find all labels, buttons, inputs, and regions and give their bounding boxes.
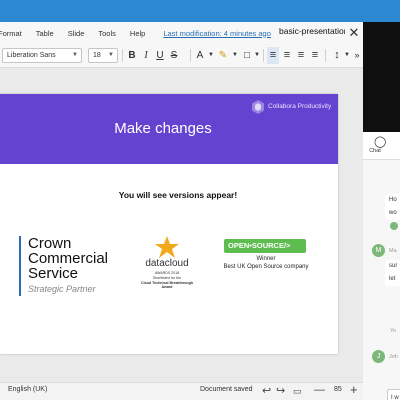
avatar bbox=[390, 222, 398, 230]
toolbar-separator bbox=[325, 49, 326, 62]
office-window: Format Table Slide Tools Help Last modif… bbox=[0, 22, 363, 400]
toolbar-separator bbox=[263, 49, 264, 62]
tab-chat[interactable]: ◯ Chat bbox=[363, 132, 400, 160]
redo-icon[interactable]: ↪ bbox=[276, 384, 285, 397]
chevron-down-icon[interactable]: ▼ bbox=[231, 47, 239, 64]
chat-timestamp: Yo bbox=[390, 328, 397, 334]
menu-format[interactable]: Format bbox=[0, 29, 22, 38]
menu-slide[interactable]: Slide bbox=[68, 29, 85, 38]
last-modification-link[interactable]: Last modification: 4 minutes ago bbox=[163, 29, 271, 38]
chat-message-line: Ho bbox=[389, 197, 397, 203]
highlight-color-icon[interactable]: ✎ bbox=[216, 47, 230, 64]
font-name-value: Liberation Sans bbox=[7, 52, 56, 59]
chat-tab-label: Chat bbox=[369, 148, 381, 154]
chat-sender-name: Joh bbox=[389, 354, 398, 360]
font-size-value: 18 bbox=[93, 52, 101, 59]
datacloud-shortlisted: Shortlisted for the bbox=[152, 276, 182, 280]
datacloud-award-logo: datacloud AWARDS 2018 Shortlisted for th… bbox=[136, 236, 198, 298]
more-options-icon[interactable]: » bbox=[352, 47, 362, 64]
chat-message-line: wo bbox=[389, 210, 397, 216]
zoom-out-button[interactable]: — bbox=[314, 384, 325, 396]
zoom-level[interactable]: 85 bbox=[334, 386, 342, 393]
align-left-icon[interactable]: ≡ bbox=[267, 47, 279, 64]
open-source-award-text: Winner Best UK Open Source company bbox=[206, 256, 326, 271]
chevron-down-icon[interactable]: ▼ bbox=[253, 47, 261, 64]
status-bar: English (UK) Document saved ↩ ↪ ▭ — 85 + bbox=[0, 382, 363, 400]
slide-title[interactable]: Make changes bbox=[0, 120, 326, 137]
crown-line-2: Commercial bbox=[28, 250, 109, 267]
zoom-in-button[interactable]: + bbox=[350, 382, 358, 397]
crown-line-1: Crown bbox=[28, 235, 72, 252]
os-title-strip bbox=[0, 0, 400, 22]
fit-page-icon[interactable]: ▭ bbox=[293, 386, 302, 397]
menu-help[interactable]: Help bbox=[130, 29, 145, 38]
slide-subtitle[interactable]: You will see versions appear! bbox=[0, 190, 356, 200]
underline-button[interactable]: U bbox=[154, 47, 166, 64]
avatar: M bbox=[372, 244, 385, 257]
strikethrough-button[interactable]: S bbox=[168, 47, 180, 64]
slide-brand-text: Collabora Productivity bbox=[268, 103, 332, 110]
datacloud-awards: AWARDS 2018 bbox=[154, 271, 180, 275]
slide-header-band: Collabora Productivity Make changes bbox=[0, 94, 338, 164]
datacloud-award: Cloud Technical Breakthrough Award bbox=[140, 281, 194, 290]
datacloud-name: datacloud bbox=[145, 258, 189, 269]
chat-bubble-icon: ◯ bbox=[374, 136, 387, 148]
star-icon bbox=[155, 236, 179, 258]
slide[interactable]: Collabora Productivity Make changes You … bbox=[0, 94, 338, 354]
chat-sender-name: Ma bbox=[389, 248, 397, 254]
menu-tools[interactable]: Tools bbox=[98, 29, 116, 38]
video-area bbox=[363, 22, 400, 132]
italic-button[interactable]: I bbox=[140, 47, 152, 64]
bold-button[interactable]: B bbox=[126, 47, 138, 64]
open-source-award-badge: OPEN•SOURCE/> bbox=[224, 239, 306, 253]
chevron-down-icon[interactable]: ▼ bbox=[344, 47, 350, 64]
align-center-icon[interactable]: ≡ bbox=[281, 47, 293, 64]
chat-message: Ho wo bbox=[385, 194, 400, 220]
character-spacing-icon[interactable]: □ bbox=[241, 47, 253, 64]
open-source-winner: Winner bbox=[256, 256, 276, 262]
side-panel: ◯ Chat Ho wo M Ma sur let Yo J Joh I w bbox=[363, 22, 400, 400]
line-spacing-icon[interactable]: ↕ bbox=[330, 47, 344, 64]
align-justify-icon[interactable]: ≡ bbox=[309, 47, 321, 64]
chevron-down-icon: ▼ bbox=[108, 52, 114, 58]
avatar: J bbox=[372, 350, 385, 363]
undo-icon[interactable]: ↩ bbox=[262, 384, 271, 397]
chat-message: sur let bbox=[385, 260, 400, 286]
align-right-icon[interactable]: ≡ bbox=[295, 47, 307, 64]
font-size-increase-button[interactable]: A bbox=[194, 47, 206, 64]
document-saved-status: Document saved bbox=[200, 386, 253, 393]
font-name-select[interactable]: Liberation Sans ▼ bbox=[2, 48, 82, 63]
close-document-button[interactable]: ✕ bbox=[346, 24, 362, 42]
toolbar-separator bbox=[122, 49, 123, 62]
crown-partner-label: Strategic Partner bbox=[28, 284, 96, 294]
menu-table[interactable]: Table bbox=[36, 29, 54, 38]
toolbar-separator bbox=[190, 49, 191, 62]
collabora-logo-icon bbox=[252, 100, 264, 114]
slide-canvas: Collabora Productivity Make changes You … bbox=[0, 68, 363, 382]
chat-messages: Ho wo M Ma sur let Yo J Joh I w bbox=[363, 160, 400, 400]
formatting-toolbar: Liberation Sans ▼ 18 ▼ B I U S A ▼ ✎ ▼ □… bbox=[0, 44, 363, 68]
chevron-down-icon[interactable]: ▼ bbox=[207, 47, 215, 64]
open-source-description: Best UK Open Source company bbox=[223, 263, 309, 270]
chat-message-line: sur bbox=[389, 263, 398, 269]
font-size-select[interactable]: 18 ▼ bbox=[88, 48, 118, 63]
document-title[interactable]: basic-presentation bbox=[279, 26, 345, 40]
language-status[interactable]: English (UK) bbox=[8, 386, 47, 393]
close-icon: ✕ bbox=[348, 25, 360, 40]
crown-commercial-logo: Crown Commercial Service Strategic Partn… bbox=[19, 236, 119, 296]
crown-line-3: Service bbox=[28, 265, 79, 282]
chevron-down-icon: ▼ bbox=[72, 52, 78, 58]
chat-message-line: let bbox=[389, 276, 396, 282]
chat-message-input[interactable]: I w bbox=[387, 389, 400, 400]
